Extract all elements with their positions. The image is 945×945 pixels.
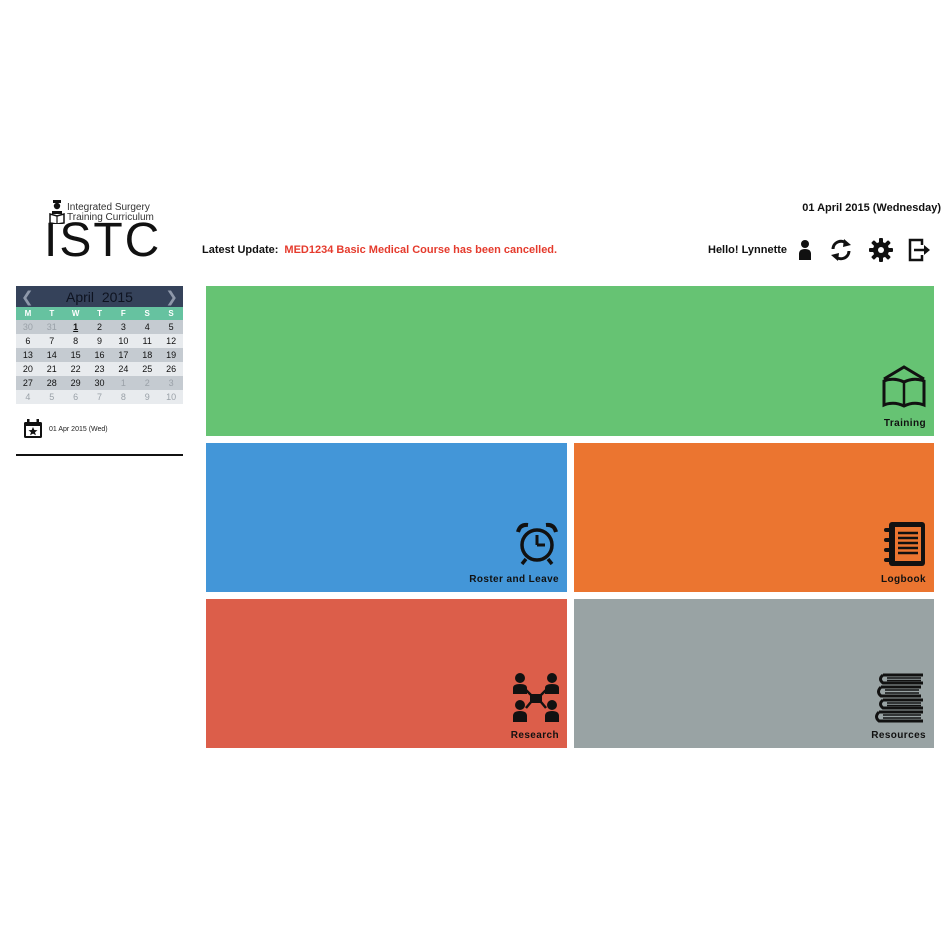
calendar-day[interactable]: 17 bbox=[111, 348, 135, 362]
calendar-week-row: 4 5 6 7 8 9 10 bbox=[16, 390, 183, 404]
mini-calendar: ❮ April 2015 ❯ MTWTFSS 30 31 1 2 3 4 5 6 7 8 9 10 11… bbox=[16, 286, 183, 404]
calendar-day[interactable]: 15 bbox=[64, 348, 88, 362]
calendar-day[interactable]: 26 bbox=[159, 362, 183, 376]
tile-logbook-label: Logbook bbox=[880, 574, 926, 585]
calendar-weekday: F bbox=[120, 309, 126, 318]
calendar-weekdays: MTWTFSS bbox=[16, 307, 183, 320]
calendar-week-row: 27 28 29 30 1 2 3 bbox=[16, 376, 183, 390]
calendar-day[interactable]: 22 bbox=[64, 362, 88, 376]
calendar-next-button[interactable]: ❯ bbox=[165, 288, 178, 306]
calendar-weekday: T bbox=[97, 309, 102, 318]
calendar-day[interactable]: 2 bbox=[88, 320, 112, 334]
event-text: 01 Apr 2015 (Wed) bbox=[49, 425, 108, 433]
tile-training-label: Training bbox=[883, 418, 926, 429]
calendar-day[interactable]: 8 bbox=[64, 334, 88, 348]
calendar-day[interactable]: 4 bbox=[135, 320, 159, 334]
latest-update-label: Latest Update: bbox=[202, 244, 279, 256]
current-date: 01 April 2015 (Wednesday) bbox=[802, 202, 941, 214]
network-people-icon bbox=[513, 673, 559, 722]
calendar-day-outside[interactable]: 31 bbox=[40, 320, 64, 334]
sidebar-divider bbox=[16, 454, 183, 456]
calendar-weekday: T bbox=[49, 309, 55, 318]
calendar-day-outside[interactable]: 6 bbox=[64, 390, 88, 404]
alarm-clock-icon bbox=[516, 522, 558, 566]
calendar-day[interactable]: 29 bbox=[64, 376, 88, 390]
calendar-day[interactable]: 27 bbox=[16, 376, 40, 390]
calendar-week-row: 6 7 8 9 10 11 12 bbox=[16, 334, 183, 348]
tile-roster-label: Roster and Leave bbox=[469, 574, 559, 585]
calendar-grid: 30 31 1 2 3 4 5 6 7 8 9 10 11 12 13 14 15 16 17 18 19 20 21 22 2… bbox=[16, 320, 183, 404]
calendar-weekday: S bbox=[168, 309, 174, 318]
calendar-day-outside[interactable]: 30 bbox=[16, 320, 40, 334]
tile-resources-label: Resources bbox=[871, 730, 926, 741]
calendar-day[interactable]: 30 bbox=[88, 376, 112, 390]
calendar-title[interactable]: April 2015 bbox=[16, 289, 183, 305]
calendar-day-outside[interactable]: 8 bbox=[111, 390, 135, 404]
calendar-day[interactable]: 14 bbox=[40, 348, 64, 362]
open-book-icon bbox=[882, 365, 926, 408]
istc-logo: Integrated Surgery Training Curriculum I… bbox=[44, 199, 194, 269]
calendar-day-outside[interactable]: 3 bbox=[159, 376, 183, 390]
calendar-star-icon bbox=[24, 419, 42, 438]
calendar-week-row: 13 14 15 16 17 18 19 bbox=[16, 348, 183, 362]
calendar-day-outside[interactable]: 10 bbox=[159, 390, 183, 404]
latest-update-message[interactable]: MED1234 Basic Medical Course has been ca… bbox=[284, 244, 557, 256]
user-icon[interactable] bbox=[792, 237, 818, 263]
calendar-day[interactable]: 13 bbox=[16, 348, 40, 362]
calendar-day-outside[interactable]: 5 bbox=[40, 390, 64, 404]
calendar-day-outside[interactable]: 4 bbox=[16, 390, 40, 404]
calendar-day[interactable]: 19 bbox=[159, 348, 183, 362]
calendar-day[interactable]: 16 bbox=[88, 348, 112, 362]
tile-logbook[interactable]: Logbook bbox=[574, 443, 934, 592]
calendar-day[interactable]: 25 bbox=[135, 362, 159, 376]
calendar-day[interactable]: 23 bbox=[88, 362, 112, 376]
calendar-day[interactable]: 1 bbox=[64, 320, 88, 334]
calendar-day-outside[interactable]: 2 bbox=[135, 376, 159, 390]
book-stack-icon bbox=[875, 673, 923, 723]
logout-icon[interactable] bbox=[906, 237, 932, 263]
tile-research-label: Research bbox=[510, 730, 559, 741]
gear-icon[interactable] bbox=[868, 237, 894, 263]
calendar-day[interactable]: 24 bbox=[111, 362, 135, 376]
calendar-day[interactable]: 7 bbox=[40, 334, 64, 348]
tile-resources[interactable]: Resources bbox=[574, 599, 934, 748]
logo-wordmark: ISTC bbox=[44, 214, 162, 267]
tile-research[interactable]: Research bbox=[206, 599, 567, 748]
refresh-icon[interactable] bbox=[828, 237, 854, 263]
tile-training[interactable]: Training bbox=[206, 286, 934, 436]
calendar-day[interactable]: 11 bbox=[135, 334, 159, 348]
calendar-month: April bbox=[66, 289, 95, 305]
calendar-day-outside[interactable]: 9 bbox=[135, 390, 159, 404]
calendar-weekday: S bbox=[144, 309, 150, 318]
notebook-icon bbox=[884, 522, 925, 566]
greeting: Hello! Lynnette bbox=[708, 244, 788, 256]
calendar-day[interactable]: 12 bbox=[159, 334, 183, 348]
calendar-day[interactable]: 21 bbox=[40, 362, 64, 376]
calendar-day[interactable]: 9 bbox=[88, 334, 112, 348]
calendar-day-outside[interactable]: 7 bbox=[88, 390, 112, 404]
calendar-day[interactable]: 18 bbox=[135, 348, 159, 362]
calendar-day[interactable]: 3 bbox=[111, 320, 135, 334]
calendar-day[interactable]: 5 bbox=[159, 320, 183, 334]
calendar-year: 2015 bbox=[101, 289, 133, 305]
event-item[interactable]: 01 Apr 2015 (Wed) bbox=[23, 419, 108, 439]
calendar-weekday: W bbox=[71, 309, 80, 318]
tile-roster-and-leave[interactable]: Roster and Leave bbox=[206, 443, 567, 592]
calendar-day-outside[interactable]: 1 bbox=[111, 376, 135, 390]
calendar-day[interactable]: 10 bbox=[111, 334, 135, 348]
calendar-day[interactable]: 28 bbox=[40, 376, 64, 390]
calendar-day[interactable]: 6 bbox=[16, 334, 40, 348]
calendar-day[interactable]: 20 bbox=[16, 362, 40, 376]
latest-update: Latest Update: MED1234 Basic Medical Cour… bbox=[202, 244, 557, 256]
calendar-week-row: 20 21 22 23 24 25 26 bbox=[16, 362, 183, 376]
calendar-weekday: M bbox=[24, 309, 32, 318]
calendar-header: ❮ April 2015 ❯ bbox=[16, 286, 183, 307]
calendar-week-row: 30 31 1 2 3 4 5 bbox=[16, 320, 183, 334]
